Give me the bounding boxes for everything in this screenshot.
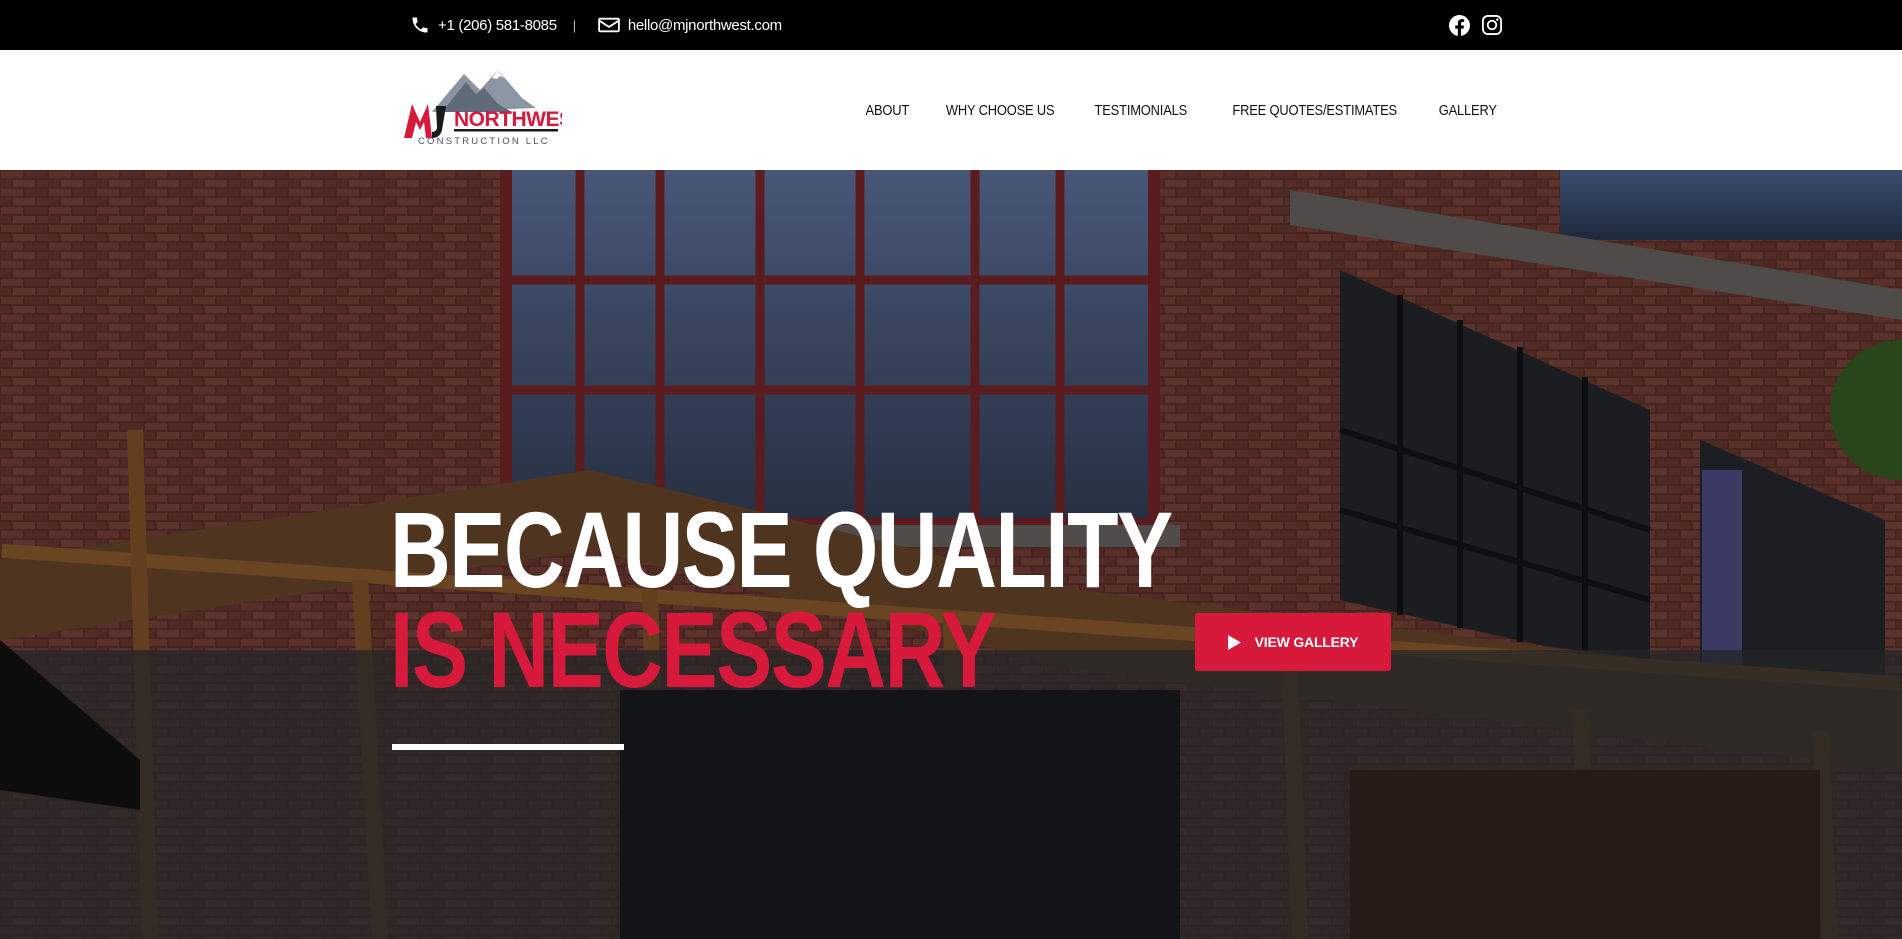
hero-headline: BECAUSE QUALITY IS NECESSARY	[390, 489, 1173, 710]
phone-link[interactable]: +1 (206) 581-8085	[410, 15, 557, 35]
company-logo[interactable]: NORTHWEST CONSTRUCTION LLC	[402, 68, 562, 152]
instagram-icon[interactable]	[1482, 15, 1502, 35]
headline-divider	[392, 744, 624, 750]
nav-why-choose-us[interactable]: WHY CHOOSE US	[946, 102, 1055, 119]
logo-underline	[454, 129, 558, 132]
headline-line-1: BECAUSE QUALITY	[390, 489, 1173, 610]
envelope-icon	[598, 17, 620, 33]
top-bar: +1 (206) 581-8085 | hello@mjnorthwest.co…	[0, 0, 1902, 50]
nav-about[interactable]: ABOUT	[866, 102, 910, 119]
view-gallery-button[interactable]: VIEW GALLERY	[1195, 613, 1391, 671]
main-nav: ABOUT WHY CHOOSE US TESTIMONIALS FREE QU…	[862, 50, 1502, 170]
site-header: NORTHWEST CONSTRUCTION LLC ABOUT WHY CHO…	[0, 50, 1902, 170]
email-link[interactable]: hello@mjnorthwest.com	[598, 16, 782, 34]
view-gallery-label: VIEW GALLERY	[1254, 634, 1359, 650]
logo-wordmark: NORTHWEST	[454, 108, 562, 131]
headline-line-2: IS NECESSARY	[390, 589, 997, 710]
hero-section: BECAUSE QUALITY IS NECESSARY VIEW GALLER…	[0, 170, 1902, 939]
logo-monogram	[404, 104, 432, 138]
nav-gallery[interactable]: GALLERY	[1439, 102, 1497, 119]
play-icon	[1227, 634, 1241, 650]
contact-info: +1 (206) 581-8085 | hello@mjnorthwest.co…	[410, 0, 782, 50]
nav-testimonials[interactable]: TESTIMONIALS	[1095, 102, 1188, 119]
phone-icon	[412, 17, 428, 33]
email-address: hello@mjnorthwest.com	[627, 16, 782, 34]
phone-number: +1 (206) 581-8085	[438, 16, 557, 34]
social-links	[1449, 0, 1502, 50]
logo-subtitle: CONSTRUCTION LLC	[418, 136, 550, 147]
nav-free-quotes[interactable]: FREE QUOTES/ESTIMATES	[1232, 102, 1397, 119]
facebook-icon[interactable]	[1449, 14, 1470, 36]
contact-separator: |	[572, 17, 576, 33]
